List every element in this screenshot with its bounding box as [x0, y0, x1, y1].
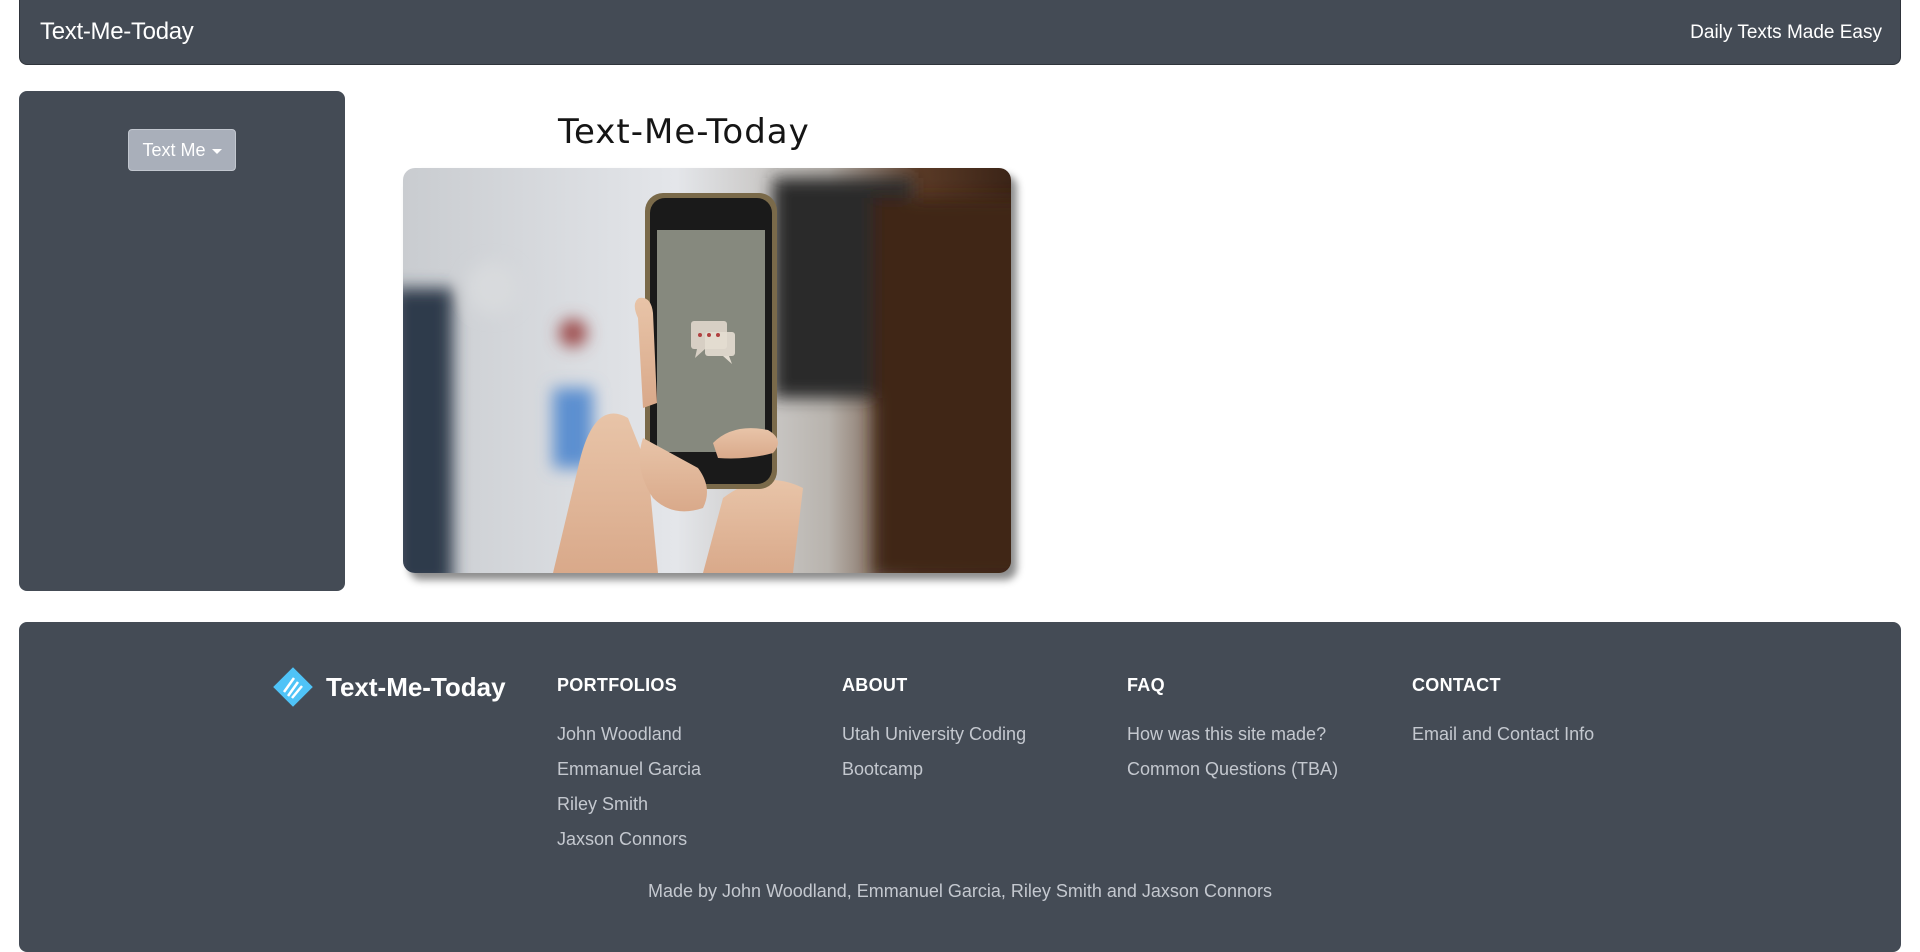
hero-title: Text-Me-Today: [558, 112, 810, 152]
phone-photo-illustration: [403, 168, 1011, 573]
footer-column-portfolios: PORTFOLIOS John Woodland Emmanuel Garcia…: [557, 675, 701, 863]
top-navbar: Text-Me-Today Daily Texts Made Easy: [19, 0, 1901, 65]
footer: Text-Me-Today PORTFOLIOS John Woodland E…: [19, 622, 1901, 952]
sidebar: Text Me: [19, 91, 345, 591]
footer-column-faq: FAQ How was this site made? Common Quest…: [1127, 675, 1338, 793]
footer-column-about: ABOUT Utah University Coding Bootcamp: [842, 675, 1026, 793]
text-me-dropdown-button[interactable]: Text Me: [128, 129, 236, 171]
navbar-tagline: Daily Texts Made Easy: [1690, 22, 1882, 43]
hero-image: [403, 168, 1011, 573]
footer-link-bootcamp[interactable]: Bootcamp: [842, 759, 923, 779]
footer-credit: Made by John Woodland, Emmanuel Garcia, …: [648, 881, 1272, 901]
footer-column-contact: CONTACT Email and Contact Info: [1412, 675, 1594, 758]
footer-link-common-questions[interactable]: Common Questions (TBA): [1127, 759, 1338, 779]
footer-heading-portfolios: PORTFOLIOS: [557, 675, 677, 695]
footer-link-email-contact[interactable]: Email and Contact Info: [1412, 724, 1594, 744]
footer-heading-about: ABOUT: [842, 675, 908, 695]
footer-logo[interactable]: Text-Me-Today: [272, 666, 506, 708]
footer-heading-faq: FAQ: [1127, 675, 1165, 695]
footer-link-jaxson-connors[interactable]: Jaxson Connors: [557, 829, 687, 849]
footer-logo-text: Text-Me-Today: [326, 671, 506, 702]
caret-down-icon: [211, 149, 222, 154]
footer-link-utah-university-coding[interactable]: Utah University Coding: [842, 724, 1026, 744]
footer-link-how-made[interactable]: How was this site made?: [1127, 724, 1326, 744]
diamond-logo-icon: [273, 667, 313, 707]
dropdown-label: Text Me: [142, 139, 206, 160]
footer-link-emmanuel-garcia[interactable]: Emmanuel Garcia: [557, 759, 701, 779]
footer-link-john-woodland[interactable]: John Woodland: [557, 724, 682, 744]
footer-link-riley-smith[interactable]: Riley Smith: [557, 794, 648, 814]
footer-heading-contact: CONTACT: [1412, 675, 1501, 695]
navbar-brand-link[interactable]: Text-Me-Today: [40, 18, 194, 46]
